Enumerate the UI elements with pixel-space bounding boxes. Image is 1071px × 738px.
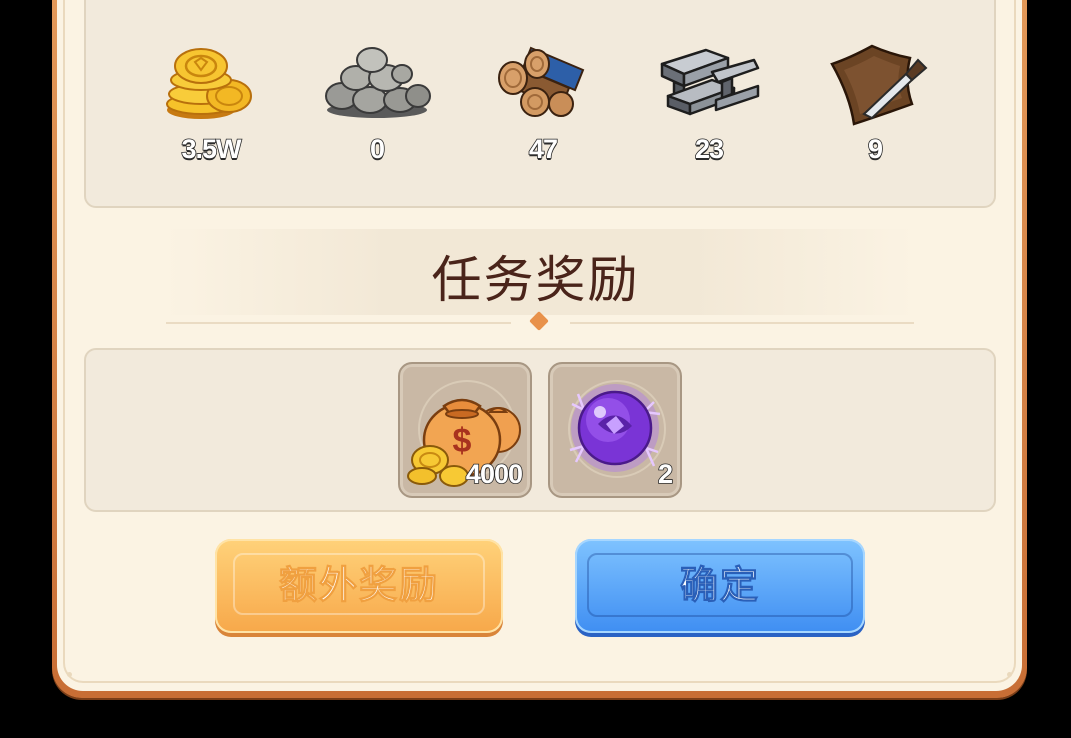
resource-iron: 23 (644, 38, 774, 188)
resource-leather: 9 (810, 38, 940, 188)
leather-knife-icon (830, 44, 928, 126)
divider-left (166, 322, 511, 324)
rewards-section-title: 任务奖励 (431, 251, 640, 309)
extra-reward-button[interactable]: 额外奖励 (215, 539, 503, 633)
extra-reward-button-label: 额外奖励 (278, 563, 439, 608)
resource-stone: 0 (312, 38, 442, 188)
corner-decoration (1007, 672, 1012, 677)
divider-right (570, 322, 914, 324)
reward-quantity: 4000 (465, 458, 524, 490)
reward-quantity: 2 (657, 458, 674, 490)
wood-logs-icon (498, 46, 585, 117)
resource-count-stone: 0 (369, 133, 386, 165)
resource-count-leather: 9 (867, 133, 884, 165)
stone-pile-icon (325, 47, 431, 118)
reward-item-purple-orb[interactable]: 2 (548, 362, 682, 498)
resource-gold: 3.5W (146, 38, 276, 188)
gold-coins-icon (166, 48, 252, 119)
resource-count-gold: 3.5W (181, 133, 243, 165)
resource-count-wood: 47 (528, 133, 559, 165)
confirm-button-label: 确定 (679, 563, 760, 608)
corner-decoration (67, 672, 72, 677)
rewards-box (84, 348, 996, 512)
reward-item-money-bag[interactable]: $ 4000 (398, 362, 532, 498)
iron-beam-icon (660, 48, 760, 116)
resource-count-iron: 23 (694, 133, 725, 165)
confirm-button[interactable]: 确定 (575, 539, 865, 633)
resource-wood: 47 (478, 38, 608, 188)
svg-text:$: $ (453, 422, 472, 460)
resource-summary-box: 3.5W 0 47 23 9 (84, 0, 996, 208)
